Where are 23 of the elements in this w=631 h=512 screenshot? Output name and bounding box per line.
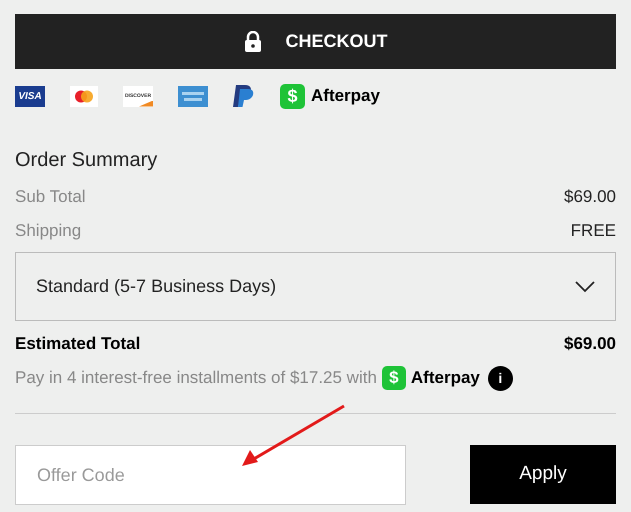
summary-value: $69.00 xyxy=(564,186,616,208)
apply-button[interactable]: Apply xyxy=(470,445,616,504)
summary-label: Shipping xyxy=(15,220,82,242)
checkout-button[interactable]: CHECKOUT xyxy=(15,14,616,69)
total-value: $69.00 xyxy=(564,333,616,356)
info-icon[interactable]: i xyxy=(488,366,513,390)
order-summary-title: Order Summary xyxy=(15,148,158,173)
total-label: Estimated Total xyxy=(15,333,140,356)
installments-text: Pay in 4 interest-free installments of $17.25 with xyxy=(15,367,377,390)
cash-icon: $ xyxy=(382,366,406,390)
lock-icon xyxy=(244,31,262,52)
paypal-logo xyxy=(233,84,255,108)
visa-logo: VISA xyxy=(15,86,45,106)
cash-icon: $ xyxy=(280,84,305,108)
amex-logo xyxy=(178,86,208,106)
summary-value: FREE xyxy=(570,220,616,242)
afterpay-label: Afterpay xyxy=(311,85,380,108)
chevron-down-icon xyxy=(575,280,595,292)
afterpay-label: Afterpay xyxy=(410,367,480,390)
shipping-select[interactable]: Standard (5-7 Business Days) xyxy=(15,252,616,321)
summary-label: Sub Total xyxy=(15,186,86,208)
offer-code-field[interactable]: Offer Code xyxy=(15,445,406,505)
mastercard-logo xyxy=(70,86,98,106)
